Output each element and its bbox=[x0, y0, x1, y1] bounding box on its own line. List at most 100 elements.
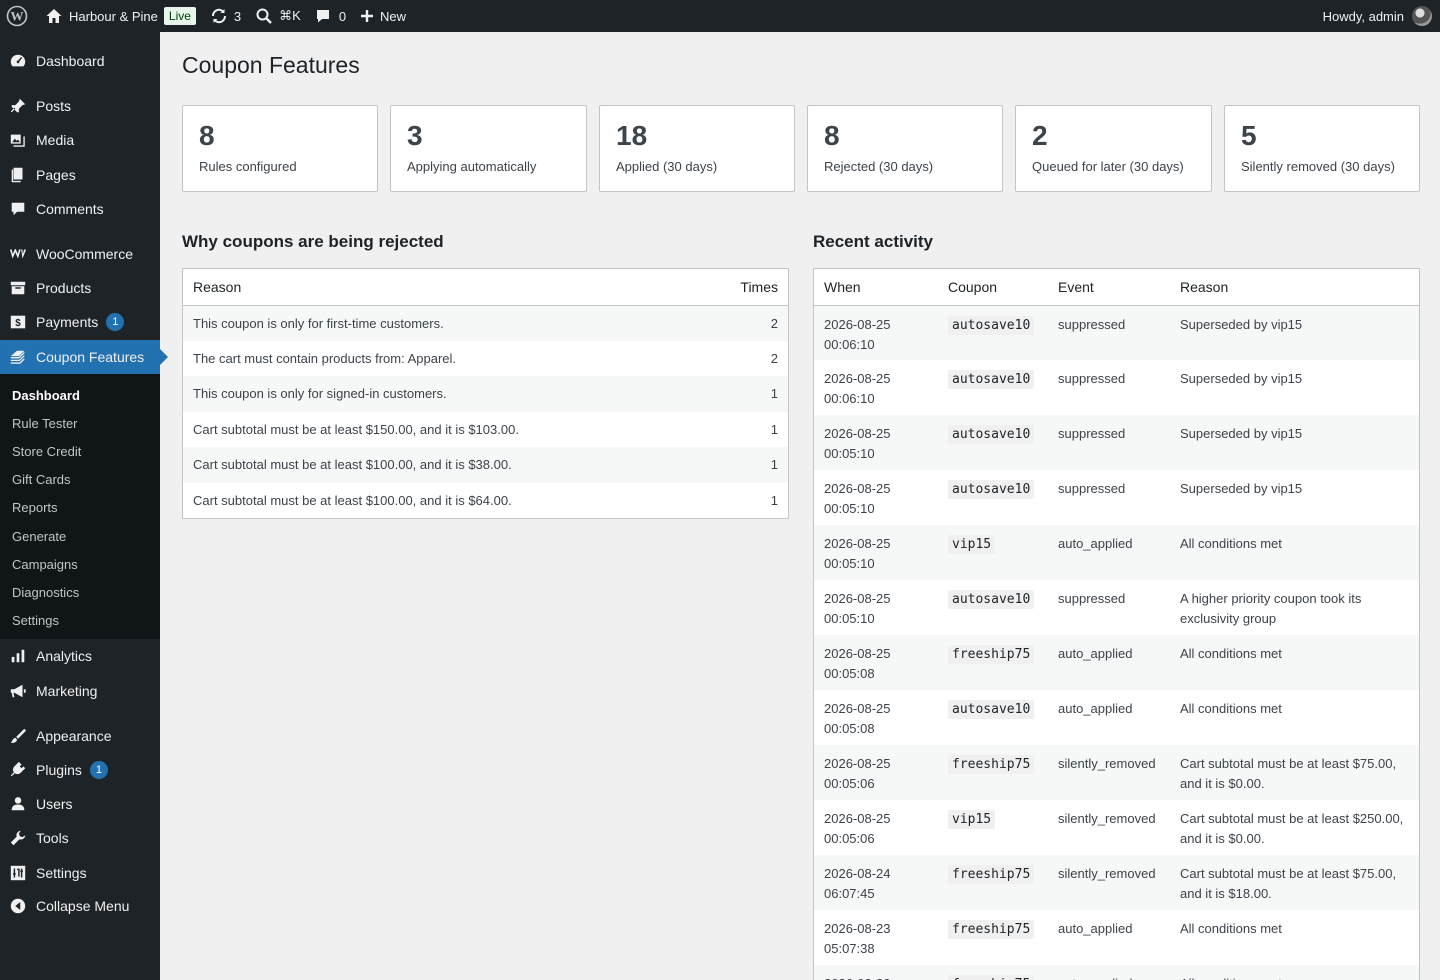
activity-event: silently_removed bbox=[1058, 811, 1156, 826]
menu-payments[interactable]: $ Payments 1 bbox=[0, 305, 160, 339]
svg-text:W: W bbox=[11, 9, 24, 24]
activity-time: 00:05:08 bbox=[824, 666, 875, 681]
activity-date: 2026-08-25 bbox=[824, 701, 891, 716]
menu-appearance[interactable]: Appearance bbox=[0, 719, 160, 753]
activity-when: 2026-08-25 00:05:06 bbox=[814, 745, 938, 800]
submenu-rule-tester[interactable]: Rule Tester bbox=[12, 416, 78, 431]
submenu-campaigns[interactable]: Campaigns bbox=[12, 557, 78, 572]
stat-value: 8 bbox=[199, 120, 215, 151]
column-header-reason: Reason bbox=[1170, 269, 1419, 306]
activity-event: silently_removed bbox=[1048, 745, 1170, 800]
my-account[interactable]: Howdy, admin bbox=[1323, 6, 1440, 26]
menu-collapse[interactable]: Collapse Menu bbox=[0, 889, 160, 923]
rejection-times: 1 bbox=[770, 421, 778, 437]
menu-analytics[interactable]: Analytics bbox=[0, 639, 160, 673]
updates-link[interactable]: 3 bbox=[203, 0, 248, 32]
coupon-code: freeship75 bbox=[948, 975, 1035, 980]
column-header-coupon: Coupon bbox=[938, 269, 1048, 306]
coupon-features-submenu: Dashboard Rule Tester Store Credit Gift … bbox=[0, 374, 160, 639]
activity-date: 2026-08-25 bbox=[824, 591, 891, 606]
wordpress-logo-icon[interactable]: W bbox=[0, 0, 38, 32]
command-search[interactable]: ⌘K bbox=[248, 0, 308, 32]
stat-card-queued: 2 Queued for later (30 days) bbox=[1015, 105, 1212, 192]
main-content: Coupon Features 8 Rules configured 3 App… bbox=[160, 32, 1440, 980]
user-icon bbox=[0, 795, 36, 813]
site-name-link[interactable]: Harbour & Pine Live bbox=[38, 0, 203, 32]
submenu-dashboard[interactable]: Dashboard bbox=[12, 388, 80, 403]
activity-when: 2026-08-25 00:05:06 bbox=[814, 800, 938, 855]
activity-reason: Cart subtotal must be at least $250.00, … bbox=[1180, 811, 1404, 846]
activity-time: 00:05:10 bbox=[824, 446, 875, 461]
table-row: Cart subtotal must be at least $100.00, … bbox=[183, 483, 788, 519]
activity-date: 2026-08-25 bbox=[824, 426, 891, 441]
column-header-times: Times bbox=[698, 269, 788, 306]
submenu-generate[interactable]: Generate bbox=[12, 529, 66, 544]
table-row: 2026-08-25 00:05:06 vip15 silently_removed C… bbox=[814, 800, 1419, 855]
archive-icon bbox=[0, 279, 36, 297]
menu-label: Products bbox=[36, 280, 92, 296]
activity-time: 00:05:06 bbox=[824, 831, 875, 846]
menu-pages[interactable]: Pages bbox=[0, 158, 160, 192]
menu-label: Appearance bbox=[36, 728, 112, 744]
menu-marketing[interactable]: Marketing bbox=[0, 674, 160, 708]
stat-label: Silently removed (30 days) bbox=[1241, 159, 1395, 174]
new-content-link[interactable]: New bbox=[353, 0, 413, 32]
stat-card-rejected: 8 Rejected (30 days) bbox=[807, 105, 1003, 192]
rejection-reason: Cart subtotal must be at least $100.00, … bbox=[193, 492, 512, 508]
avatar bbox=[1412, 6, 1432, 26]
payments-count-badge: 1 bbox=[106, 313, 125, 331]
brush-icon bbox=[0, 727, 36, 745]
activity-coupon-cell: autosave10 bbox=[938, 415, 1048, 470]
table-row: This coupon is only for signed-in custom… bbox=[183, 376, 788, 412]
menu-plugins[interactable]: Plugins 1 bbox=[0, 753, 160, 787]
table-row: 2026-08-25 00:06:10 autosave10 suppressed Su… bbox=[814, 305, 1419, 360]
activity-date: 2026-08-25 bbox=[824, 371, 891, 386]
comments-link[interactable]: 0 bbox=[308, 0, 353, 32]
rejection-reason: Cart subtotal must be at least $100.00, … bbox=[183, 447, 698, 483]
menu-label: Marketing bbox=[36, 683, 98, 699]
rejection-reason: This coupon is only for signed-in custom… bbox=[183, 376, 698, 412]
admin-bar: W Harbour & Pine Live 3 ⌘K 0 New Howdy, … bbox=[0, 0, 1440, 32]
menu-users[interactable]: Users bbox=[0, 787, 160, 821]
activity-time: 00:05:10 bbox=[824, 611, 875, 626]
activity-event: suppressed bbox=[1058, 371, 1126, 386]
coupon-code: autosave10 bbox=[948, 425, 1035, 444]
menu-woocommerce[interactable]: WooCommerce bbox=[0, 237, 160, 271]
pages-icon bbox=[0, 166, 36, 184]
activity-event: suppressed bbox=[1058, 481, 1126, 496]
activity-event: auto_applied bbox=[1048, 635, 1170, 690]
menu-dashboard[interactable]: Dashboard bbox=[0, 44, 160, 78]
activity-date: 2026-08-25 bbox=[824, 756, 891, 771]
stat-card-rules: 8 Rules configured bbox=[182, 105, 378, 192]
activity-date: 2026-08-25 bbox=[824, 536, 891, 551]
activity-when: 2026-08-25 00:06:10 bbox=[814, 360, 938, 415]
stat-card-applied: 18 Applied (30 days) bbox=[599, 105, 795, 192]
submenu-diagnostics[interactable]: Diagnostics bbox=[12, 585, 79, 600]
submenu-store-credit[interactable]: Store Credit bbox=[12, 444, 81, 459]
table-row: 2026-08-25 00:05:10 autosave10 suppressed Su… bbox=[814, 415, 1419, 470]
woo-icon bbox=[0, 245, 36, 263]
menu-products[interactable]: Products bbox=[0, 271, 160, 305]
stat-value: 3 bbox=[407, 120, 423, 151]
menu-comments[interactable]: Comments bbox=[0, 192, 160, 226]
activity-date: 2026-08-25 bbox=[824, 316, 891, 332]
menu-settings[interactable]: Settings bbox=[0, 856, 160, 890]
coupon-code: freeship75 bbox=[948, 645, 1035, 664]
menu-posts[interactable]: Posts bbox=[0, 89, 160, 123]
menu-coupon-features[interactable]: Coupon Features bbox=[0, 340, 168, 374]
menu-media[interactable]: Media bbox=[0, 123, 160, 157]
home-icon bbox=[45, 7, 63, 25]
submenu-gift-cards[interactable]: Gift Cards bbox=[12, 472, 71, 487]
menu-tools[interactable]: Tools bbox=[0, 821, 160, 855]
table-row: 2026-08-24 06:07:45 freeship75 silently_rem… bbox=[814, 855, 1419, 910]
collapse-icon bbox=[0, 897, 36, 915]
activity-event: auto_applied bbox=[1048, 525, 1170, 580]
submenu-reports[interactable]: Reports bbox=[12, 500, 58, 515]
rejections-heading: Why coupons are being rejected bbox=[182, 232, 444, 251]
stat-card-removed: 5 Silently removed (30 days) bbox=[1224, 105, 1420, 192]
rejections-table-wrap: Reason Times This coupon is only for fir… bbox=[182, 268, 789, 519]
page-title: Coupon Features bbox=[182, 52, 360, 78]
menu-label: Collapse Menu bbox=[36, 898, 130, 914]
submenu-settings[interactable]: Settings bbox=[12, 613, 59, 628]
svg-text:$: $ bbox=[15, 318, 21, 329]
